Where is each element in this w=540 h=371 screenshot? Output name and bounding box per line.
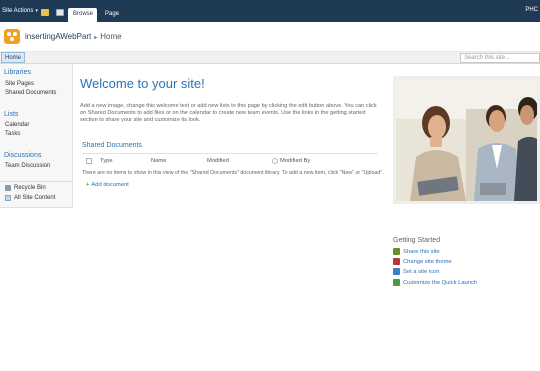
page-title: Welcome to your site! (80, 76, 205, 91)
presence-icon (272, 158, 278, 164)
add-document-label: Add document (91, 182, 129, 188)
site-logo-icon[interactable] (4, 29, 20, 44)
add-icon: + (86, 182, 90, 188)
getting-started-label: Customize the Quick Launch (403, 280, 478, 286)
getting-started-title: Getting Started (393, 237, 441, 244)
quicklaunch-all-site-content[interactable]: All Site Content (14, 195, 55, 201)
top-navigation: Home (0, 52, 540, 64)
quicklaunch-discussions-heading[interactable]: Discussions (4, 152, 41, 159)
navigate-up-icon[interactable] (41, 9, 49, 16)
ribbon-bar: Site Actions ▾ Browse Page PHC (0, 0, 540, 22)
user-menu[interactable]: PHC (525, 7, 538, 13)
breadcrumb-site-link[interactable]: insertingAWebPart (25, 32, 91, 41)
theme-icon (393, 258, 400, 265)
select-all-checkbox[interactable] (86, 158, 92, 164)
tab-page[interactable]: Page (100, 8, 124, 22)
column-header-type[interactable]: Type (100, 158, 113, 164)
topnav-home-tab[interactable]: Home (1, 52, 26, 63)
column-header-modified-by[interactable]: Modified By (280, 158, 310, 164)
add-document-link[interactable]: + Add document (86, 182, 129, 188)
all-site-content-icon (5, 195, 11, 201)
tab-browse[interactable]: Browse (68, 8, 97, 22)
welcome-image (393, 76, 540, 204)
quicklaunch-item-tasks[interactable]: Tasks (5, 131, 20, 137)
title-area: insertingAWebPart ▸ Home (0, 22, 540, 52)
chevron-down-icon: ▾ (35, 8, 38, 14)
search-input[interactable]: Search this site... (460, 53, 540, 63)
getting-started-label: Share this site (403, 249, 440, 255)
shared-documents-divider (82, 153, 378, 154)
breadcrumb: insertingAWebPart ▸ Home (25, 32, 122, 41)
quick-launch-icon (393, 279, 400, 286)
quicklaunch-item-shared-documents[interactable]: Shared Documents (5, 90, 56, 96)
recycle-bin-icon (5, 185, 11, 191)
shared-documents-title[interactable]: Shared Documents (82, 142, 142, 149)
column-header-modified[interactable]: Modified (207, 158, 229, 164)
quicklaunch-libraries-heading[interactable]: Libraries (4, 69, 31, 76)
quicklaunch-item-team-discussion[interactable]: Team Discussion (5, 163, 50, 169)
quicklaunch-item-site-pages[interactable]: Site Pages (5, 81, 34, 87)
quick-launch: Libraries Site Pages Shared Documents Li… (0, 64, 73, 208)
breadcrumb-current-page: Home (100, 32, 122, 41)
share-site-icon (393, 248, 400, 255)
column-header-name[interactable]: Name (151, 158, 166, 164)
empty-library-message: There are no items to show in this view … (82, 170, 384, 176)
quicklaunch-recycle-bin[interactable]: Recycle Bin (14, 185, 46, 191)
edit-page-icon[interactable] (56, 9, 64, 16)
quicklaunch-divider (0, 181, 72, 182)
quicklaunch-item-calendar[interactable]: Calendar (5, 122, 29, 128)
quicklaunch-lists-heading[interactable]: Lists (4, 111, 18, 118)
site-actions-label: Site Actions (2, 8, 34, 14)
getting-started-label: Set a site icon (403, 269, 440, 275)
site-icon-icon (393, 268, 400, 275)
people-photo-illustration (396, 79, 537, 201)
getting-started-label: Change site theme (403, 259, 452, 265)
site-actions-menu[interactable]: Site Actions ▾ (2, 8, 38, 14)
breadcrumb-arrow-icon: ▸ (94, 35, 98, 41)
welcome-text: Add a new image, change this welcome tex… (80, 103, 377, 123)
